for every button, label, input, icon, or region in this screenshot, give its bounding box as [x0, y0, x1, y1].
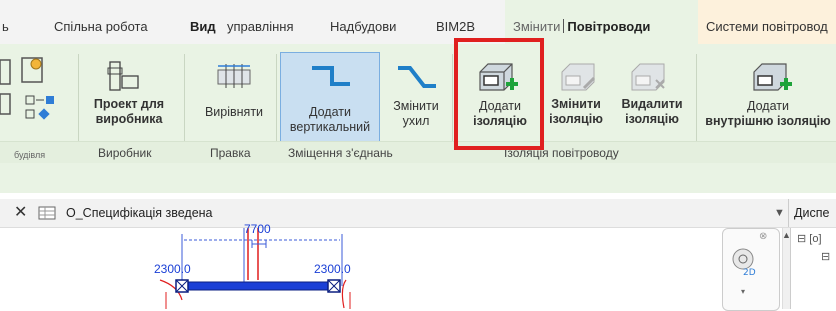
button-label: Вирівняти	[204, 105, 264, 119]
button-label: виробника	[95, 112, 163, 126]
remove-insulation-button[interactable]: Видалити ізоляцію	[614, 97, 690, 127]
tab-view[interactable]: Вид	[190, 0, 216, 44]
fabrication-part-button[interactable]: Проект для виробника	[88, 97, 170, 127]
tab-manage[interactable]: управління	[227, 0, 293, 44]
tab-collaborate[interactable]: Спільна робота	[54, 0, 148, 44]
dimension-label-left: 2300.0	[154, 262, 191, 276]
tab-duct-systems[interactable]: Системи повітровод	[698, 0, 836, 44]
tab-label: ь	[2, 19, 9, 34]
panel-label-building: будівля	[14, 150, 46, 160]
button-label: Додати	[309, 105, 351, 119]
ribbon-tab-bar: ь Спільна робота Вид управління Надбудов…	[0, 0, 836, 44]
duct-drawing	[159, 228, 351, 309]
schedule-icon	[38, 206, 56, 220]
tree-collapse-icon[interactable]: ⊟	[821, 250, 830, 263]
panel-label-manufacturer: Виробник	[98, 146, 152, 160]
change-slope-icon	[398, 66, 436, 88]
dimension-label-top: 7700	[244, 222, 271, 236]
highlight-box	[454, 38, 544, 150]
tab-truncated[interactable]: ь	[2, 0, 9, 44]
add-vertical-button[interactable]: Додати вертикальний	[282, 105, 378, 135]
panel-label-edit: Правка	[210, 146, 251, 160]
button-label: Проект для	[93, 97, 165, 111]
tab-label: Повітроводи	[567, 19, 651, 34]
tab-label: Системи повітровод	[706, 19, 828, 34]
button-label: вертикальний	[289, 120, 371, 134]
add-inner-insulation-icon	[753, 63, 792, 91]
close-icon[interactable]: ✕	[14, 199, 27, 227]
align-button[interactable]: Вирівняти	[194, 105, 274, 120]
change-slope-button[interactable]: Змінити ухил	[386, 99, 446, 129]
project-browser-panel: ⊟ [o] ⊟	[790, 228, 836, 309]
dimension-label-right: 2300.0	[314, 262, 351, 276]
steering-wheel-icon[interactable]: 2D	[731, 245, 759, 285]
edit-insulation-icon	[561, 63, 596, 91]
tab-addins[interactable]: Надбудови	[330, 0, 396, 44]
add-vertical-icon	[312, 66, 350, 86]
tab-label: Надбудови	[330, 19, 397, 34]
project-browser-title: Диспе	[794, 206, 830, 220]
button-label: ухил	[402, 114, 430, 128]
panel-label-offset: Зміщення з'єднань	[288, 146, 393, 160]
tab-label: BIM2B	[436, 19, 476, 34]
fabrication-part-icon	[107, 61, 139, 91]
button-label: Додати	[747, 99, 789, 113]
tree-collapse-icon[interactable]: ⊟ [o]	[797, 232, 822, 245]
separator	[563, 19, 565, 33]
close-small-icon[interactable]: ⊗	[759, 231, 767, 242]
button-label: ізоляцію	[549, 112, 603, 126]
building-tools-icon[interactable]	[0, 54, 76, 134]
edit-insulation-button[interactable]: Змінити ізоляцію	[540, 97, 612, 127]
navigation-bar[interactable]: ⊗ 2D ▾	[722, 228, 780, 311]
button-label: Видалити	[621, 97, 683, 111]
options-bar	[0, 163, 836, 193]
button-label: ізоляцію	[625, 112, 679, 126]
tab-label: управління	[227, 19, 294, 34]
button-label: Змінити	[393, 99, 439, 113]
align-icon	[217, 64, 251, 88]
button-label: Змінити	[551, 97, 601, 111]
tab-label: Змінити	[513, 19, 561, 34]
tab-label: Спільна робота	[54, 19, 148, 34]
remove-insulation-icon	[631, 63, 665, 91]
tab-label: Вид	[190, 19, 216, 34]
dropdown-arrow-icon[interactable]: ▼	[774, 199, 785, 227]
view-tab-title[interactable]: О_Специфікація зведена	[66, 199, 213, 227]
add-inner-insulation-button[interactable]: Додати внутрішню ізоляцію	[700, 99, 836, 129]
svg-text:2D: 2D	[743, 268, 756, 278]
button-label: внутрішню ізоляцію	[705, 114, 831, 128]
dropdown-small-icon[interactable]: ▾	[741, 287, 745, 296]
